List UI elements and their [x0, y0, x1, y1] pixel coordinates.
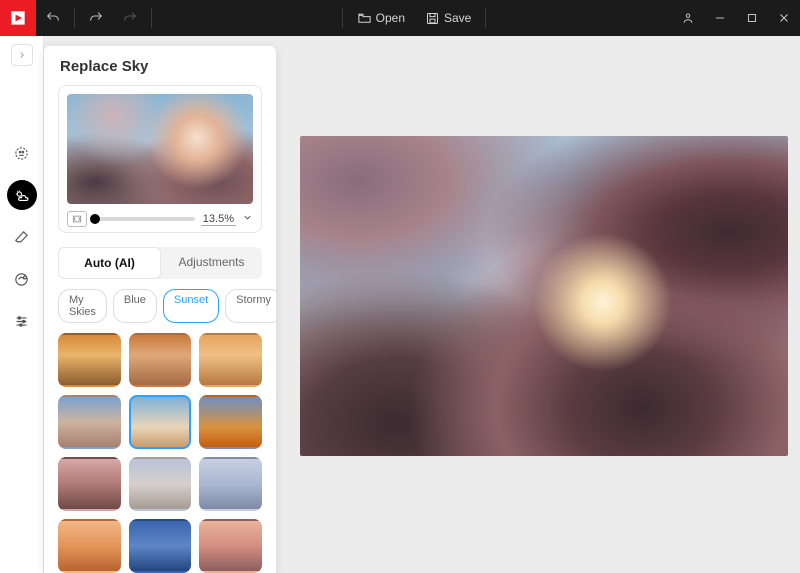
eraser-tool[interactable] — [7, 222, 37, 252]
chevron-down-icon — [242, 212, 253, 223]
sky-thumb[interactable] — [58, 519, 121, 573]
canvas-image[interactable] — [300, 136, 788, 456]
sky-thumb[interactable] — [58, 333, 121, 387]
save-icon — [425, 11, 440, 26]
panel-collapse-button[interactable] — [11, 44, 33, 66]
chevron-right-icon — [17, 50, 27, 60]
sky-thumb[interactable] — [129, 333, 192, 387]
replace-sky-tool[interactable] — [7, 180, 37, 210]
sky-thumb[interactable] — [199, 395, 262, 449]
sky-thumb-selected[interactable] — [129, 395, 192, 449]
separator — [74, 8, 75, 28]
folder-open-icon — [357, 11, 372, 26]
zoom-controls: 13.5% — [67, 210, 253, 228]
save-button[interactable]: Save — [415, 11, 481, 26]
redo-button[interactable] — [79, 0, 113, 36]
tab-adjustments[interactable]: Adjustments — [161, 247, 262, 279]
fit-to-screen-button[interactable] — [67, 211, 87, 227]
eraser-icon — [13, 229, 30, 246]
sky-thumb[interactable] — [58, 457, 121, 511]
fit-icon — [71, 214, 83, 224]
adjust-tool[interactable] — [7, 306, 37, 336]
sky-category-chips: My Skies Blue Sunset Stormy — [58, 289, 262, 323]
sky-thumb[interactable] — [199, 333, 262, 387]
close-icon — [777, 11, 791, 25]
preview-image — [67, 94, 253, 204]
tool-strip — [0, 36, 44, 573]
sliders-icon — [13, 313, 30, 330]
tab-auto-ai[interactable]: Auto (AI) — [58, 247, 161, 279]
open-button[interactable]: Open — [347, 11, 415, 26]
workspace: Replace Sky 13.5% Auto (AI) — [0, 36, 800, 573]
canvas-area[interactable] — [276, 36, 800, 573]
chip-stormy[interactable]: Stormy — [225, 289, 276, 323]
sparkle-face-icon — [13, 145, 30, 162]
watermark-tool[interactable] — [7, 264, 37, 294]
panel-title: Replace Sky — [44, 46, 276, 85]
sky-thumb[interactable] — [129, 457, 192, 511]
chip-blue[interactable]: Blue — [113, 289, 157, 323]
zoom-slider[interactable] — [93, 217, 195, 221]
separator — [485, 8, 486, 28]
replace-sky-panel: Replace Sky 13.5% Auto (AI) — [44, 46, 276, 573]
maximize-icon — [745, 11, 759, 25]
separator — [151, 8, 152, 28]
open-label: Open — [376, 11, 405, 25]
preview-box: 13.5% — [58, 85, 262, 233]
watermark-icon — [13, 271, 30, 288]
account-button[interactable] — [672, 0, 704, 36]
close-button[interactable] — [768, 0, 800, 36]
zoom-slider-thumb[interactable] — [90, 214, 100, 224]
title-bar: Open Save — [0, 0, 800, 36]
chip-sunset[interactable]: Sunset — [163, 289, 219, 323]
redo-alt-button[interactable] — [113, 0, 147, 36]
sun-cloud-icon — [13, 187, 30, 204]
minimize-icon — [713, 11, 727, 25]
undo-button[interactable] — [36, 0, 70, 36]
zoom-value[interactable]: 13.5% — [201, 213, 236, 226]
maximize-button[interactable] — [736, 0, 768, 36]
enhance-tool[interactable] — [7, 138, 37, 168]
save-label: Save — [444, 11, 471, 25]
sky-thumb[interactable] — [58, 395, 121, 449]
sky-thumb[interactable] — [199, 457, 262, 511]
mode-tabs: Auto (AI) Adjustments — [58, 247, 262, 279]
minimize-button[interactable] — [704, 0, 736, 36]
sky-thumb[interactable] — [199, 519, 262, 573]
sky-thumbnails — [58, 333, 262, 573]
separator — [342, 8, 343, 28]
chip-my-skies[interactable]: My Skies — [58, 289, 107, 323]
zoom-dropdown[interactable] — [242, 210, 253, 228]
sky-thumb[interactable] — [129, 519, 192, 573]
app-logo — [0, 0, 36, 36]
user-icon — [681, 11, 695, 25]
